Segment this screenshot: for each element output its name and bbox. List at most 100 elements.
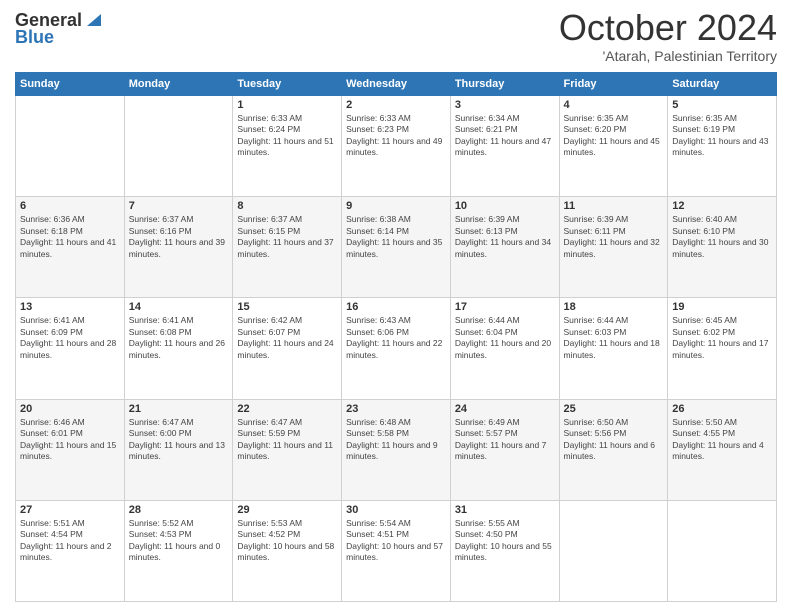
logo-triangle-icon (83, 10, 101, 28)
calendar-cell: 18 Sunrise: 6:44 AMSunset: 6:03 PMDayligh… (559, 298, 668, 399)
day-number: 22 (237, 403, 337, 415)
cell-info: Sunrise: 6:34 AMSunset: 6:21 PMDaylight:… (455, 113, 551, 157)
calendar-cell: 12 Sunrise: 6:40 AMSunset: 6:10 PMDayligh… (668, 197, 777, 298)
cell-info: Sunrise: 6:47 AMSunset: 6:00 PMDaylight:… (129, 417, 225, 461)
calendar-cell: 31Sunrise: 5:55 AMSunset: 4:50 PMDayligh… (450, 500, 559, 601)
day-number: 16 (346, 301, 446, 313)
calendar-cell: 7 Sunrise: 6:37 AMSunset: 6:16 PMDaylight… (124, 197, 233, 298)
cell-info: Sunrise: 6:41 AMSunset: 6:09 PMDaylight:… (20, 315, 116, 359)
day-number: 7 (129, 200, 229, 212)
cell-info: Sunrise: 6:38 AMSunset: 6:14 PMDaylight:… (346, 214, 442, 258)
day-number: 30 (346, 504, 446, 516)
day-number: 10 (455, 200, 555, 212)
cell-info: Sunrise: 6:37 AMSunset: 6:15 PMDaylight:… (237, 214, 333, 258)
cell-info: Sunrise: 6:50 AMSunset: 5:56 PMDaylight:… (564, 417, 656, 461)
calendar-cell: 29 Sunrise: 5:53 AMSunset: 4:52 PMDayligh… (233, 500, 342, 601)
day-number: 11 (564, 200, 664, 212)
day-number: 21 (129, 403, 229, 415)
calendar-cell: 19Sunrise: 6:45 AMSunset: 6:02 PMDayligh… (668, 298, 777, 399)
calendar-cell: 21 Sunrise: 6:47 AMSunset: 6:00 PMDayligh… (124, 399, 233, 500)
page: General Blue October 2024 'Atarah, Pales… (0, 0, 792, 612)
calendar-cell: 17 Sunrise: 6:44 AMSunset: 6:04 PMDayligh… (450, 298, 559, 399)
day-number: 12 (672, 200, 772, 212)
calendar-cell: 3Sunrise: 6:34 AMSunset: 6:21 PMDaylight… (450, 96, 559, 197)
calendar-cell (16, 96, 125, 197)
calendar-cell (668, 500, 777, 601)
cell-info: Sunrise: 6:39 AMSunset: 6:11 PMDaylight:… (564, 214, 660, 258)
day-number: 23 (346, 403, 446, 415)
calendar-week-4: 27Sunrise: 5:51 AMSunset: 4:54 PMDayligh… (16, 500, 777, 601)
cell-info: Sunrise: 6:44 AMSunset: 6:04 PMDaylight:… (455, 315, 551, 359)
day-number: 26 (672, 403, 772, 415)
header-tuesday: Tuesday (233, 73, 342, 96)
day-number: 8 (237, 200, 337, 212)
calendar-cell: 1 Sunrise: 6:33 AMSunset: 6:24 PMDaylight… (233, 96, 342, 197)
header-monday: Monday (124, 73, 233, 96)
calendar-cell: 30 Sunrise: 5:54 AMSunset: 4:51 PMDayligh… (342, 500, 451, 601)
calendar-cell: 6Sunrise: 6:36 AMSunset: 6:18 PMDaylight… (16, 197, 125, 298)
cell-info: Sunrise: 6:35 AMSunset: 6:20 PMDaylight:… (564, 113, 660, 157)
day-number: 5 (672, 99, 772, 111)
calendar-week-1: 6Sunrise: 6:36 AMSunset: 6:18 PMDaylight… (16, 197, 777, 298)
cell-info: Sunrise: 5:50 AMSunset: 4:55 PMDaylight:… (672, 417, 764, 461)
calendar-cell: 8 Sunrise: 6:37 AMSunset: 6:15 PMDaylight… (233, 197, 342, 298)
header-sunday: Sunday (16, 73, 125, 96)
day-number: 17 (455, 301, 555, 313)
calendar-week-2: 13 Sunrise: 6:41 AMSunset: 6:09 PMDayligh… (16, 298, 777, 399)
cell-info: Sunrise: 6:49 AMSunset: 5:57 PMDaylight:… (455, 417, 547, 461)
cell-info: Sunrise: 6:35 AMSunset: 6:19 PMDaylight:… (672, 113, 768, 157)
cell-info: Sunrise: 6:46 AMSunset: 6:01 PMDaylight:… (20, 417, 116, 461)
day-number: 14 (129, 301, 229, 313)
calendar-cell (124, 96, 233, 197)
day-number: 20 (20, 403, 120, 415)
calendar-cell: 14Sunrise: 6:41 AMSunset: 6:08 PMDayligh… (124, 298, 233, 399)
cell-info: Sunrise: 5:55 AMSunset: 4:50 PMDaylight:… (455, 518, 552, 562)
cell-info: Sunrise: 5:52 AMSunset: 4:53 PMDaylight:… (129, 518, 221, 562)
calendar-cell (559, 500, 668, 601)
calendar-cell: 23 Sunrise: 6:48 AMSunset: 5:58 PMDayligh… (342, 399, 451, 500)
day-number: 18 (564, 301, 664, 313)
calendar-cell: 2Sunrise: 6:33 AMSunset: 6:23 PMDaylight… (342, 96, 451, 197)
calendar-header-row: Sunday Monday Tuesday Wednesday Thursday… (16, 73, 777, 96)
calendar-week-3: 20 Sunrise: 6:46 AMSunset: 6:01 PMDayligh… (16, 399, 777, 500)
calendar-cell: 24Sunrise: 6:49 AMSunset: 5:57 PMDayligh… (450, 399, 559, 500)
day-number: 28 (129, 504, 229, 516)
calendar-cell: 10 Sunrise: 6:39 AMSunset: 6:13 PMDayligh… (450, 197, 559, 298)
day-number: 13 (20, 301, 120, 313)
day-number: 6 (20, 200, 120, 212)
cell-info: Sunrise: 6:45 AMSunset: 6:02 PMDaylight:… (672, 315, 768, 359)
title-section: October 2024 'Atarah, Palestinian Territ… (559, 10, 777, 64)
cell-info: Sunrise: 6:37 AMSunset: 6:16 PMDaylight:… (129, 214, 225, 258)
calendar-cell: 11 Sunrise: 6:39 AMSunset: 6:11 PMDayligh… (559, 197, 668, 298)
cell-info: Sunrise: 6:39 AMSunset: 6:13 PMDaylight:… (455, 214, 551, 258)
day-number: 15 (237, 301, 337, 313)
calendar-cell: 5 Sunrise: 6:35 AMSunset: 6:19 PMDaylight… (668, 96, 777, 197)
cell-info: Sunrise: 6:43 AMSunset: 6:06 PMDaylight:… (346, 315, 442, 359)
header-thursday: Thursday (450, 73, 559, 96)
header-saturday: Saturday (668, 73, 777, 96)
day-number: 29 (237, 504, 337, 516)
calendar-cell: 16 Sunrise: 6:43 AMSunset: 6:06 PMDayligh… (342, 298, 451, 399)
cell-info: Sunrise: 6:33 AMSunset: 6:24 PMDaylight:… (237, 113, 333, 157)
calendar-cell: 25 Sunrise: 6:50 AMSunset: 5:56 PMDayligh… (559, 399, 668, 500)
calendar-table: Sunday Monday Tuesday Wednesday Thursday… (15, 72, 777, 602)
cell-info: Sunrise: 6:44 AMSunset: 6:03 PMDaylight:… (564, 315, 660, 359)
cell-info: Sunrise: 6:48 AMSunset: 5:58 PMDaylight:… (346, 417, 438, 461)
cell-info: Sunrise: 6:40 AMSunset: 6:10 PMDaylight:… (672, 214, 768, 258)
day-number: 1 (237, 99, 337, 111)
calendar-cell: 4Sunrise: 6:35 AMSunset: 6:20 PMDaylight… (559, 96, 668, 197)
cell-info: Sunrise: 5:53 AMSunset: 4:52 PMDaylight:… (237, 518, 334, 562)
calendar-cell: 15 Sunrise: 6:42 AMSunset: 6:07 PMDayligh… (233, 298, 342, 399)
calendar-cell: 13 Sunrise: 6:41 AMSunset: 6:09 PMDayligh… (16, 298, 125, 399)
location: 'Atarah, Palestinian Territory (559, 48, 777, 64)
calendar-cell: 26 Sunrise: 5:50 AMSunset: 4:55 PMDayligh… (668, 399, 777, 500)
cell-info: Sunrise: 6:42 AMSunset: 6:07 PMDaylight:… (237, 315, 333, 359)
cell-info: Sunrise: 5:54 AMSunset: 4:51 PMDaylight:… (346, 518, 443, 562)
day-number: 25 (564, 403, 664, 415)
calendar-cell: 9Sunrise: 6:38 AMSunset: 6:14 PMDaylight… (342, 197, 451, 298)
calendar-cell: 27Sunrise: 5:51 AMSunset: 4:54 PMDayligh… (16, 500, 125, 601)
calendar-week-0: 1 Sunrise: 6:33 AMSunset: 6:24 PMDaylight… (16, 96, 777, 197)
calendar-cell: 22Sunrise: 6:47 AMSunset: 5:59 PMDayligh… (233, 399, 342, 500)
cell-info: Sunrise: 5:51 AMSunset: 4:54 PMDaylight:… (20, 518, 112, 562)
calendar-cell: 20 Sunrise: 6:46 AMSunset: 6:01 PMDayligh… (16, 399, 125, 500)
